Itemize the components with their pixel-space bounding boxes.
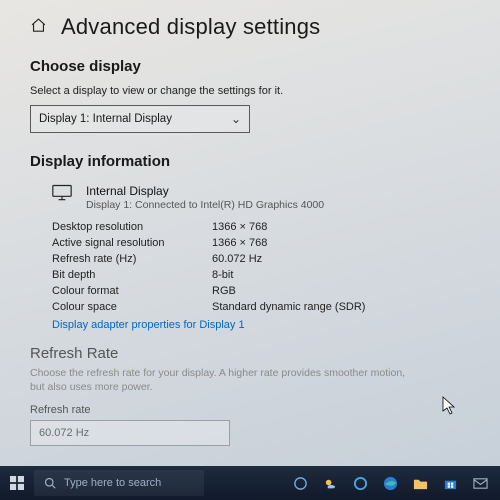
refresh-rate-section: Refresh Rate Choose the refresh rate for… <box>30 345 470 446</box>
tray-edge-icon[interactable] <box>382 475 398 491</box>
tray-cortana-icon[interactable] <box>352 475 368 491</box>
prop-val: RGB <box>212 285 470 297</box>
chevron-down-icon: ⌄ <box>231 112 241 126</box>
device-name: Internal Display <box>86 184 324 198</box>
prop-key: Active signal resolution <box>52 237 212 249</box>
display-info-section: Display information Internal Display Dis… <box>30 153 470 331</box>
prop-val: 1366 × 768 <box>212 221 470 233</box>
tray-store-icon[interactable] <box>442 475 458 491</box>
display-info-heading: Display information <box>30 153 470 170</box>
prop-key: Colour space <box>52 301 212 313</box>
display-selector-dropdown[interactable]: Display 1: Internal Display ⌄ <box>30 105 250 133</box>
prop-val: 1366 × 768 <box>212 237 470 249</box>
system-tray <box>280 475 500 491</box>
refresh-rate-dropdown[interactable]: 60.072 Hz <box>30 420 230 446</box>
settings-page: Advanced display settings Choose display… <box>0 0 500 466</box>
tray-circle-icon[interactable] <box>292 475 308 491</box>
prop-val: 8-bit <box>212 269 470 281</box>
tray-mail-icon[interactable] <box>472 475 488 491</box>
prop-key: Colour format <box>52 285 212 297</box>
tray-weather-icon[interactable] <box>322 475 338 491</box>
choose-display-hint: Select a display to view or change the s… <box>30 85 470 97</box>
page-header: Advanced display settings <box>30 14 470 40</box>
prop-key: Refresh rate (Hz) <box>52 253 212 265</box>
device-subtitle: Display 1: Connected to Intel(R) HD Grap… <box>86 199 324 211</box>
adapter-properties-link[interactable]: Display adapter properties for Display 1 <box>52 319 245 331</box>
taskbar-search-placeholder: Type here to search <box>64 477 161 489</box>
taskbar: Type here to search <box>0 466 500 500</box>
prop-key: Desktop resolution <box>52 221 212 233</box>
monitor-icon <box>52 184 72 205</box>
refresh-rate-description: Choose the refresh rate for your display… <box>30 366 410 394</box>
search-icon <box>44 477 56 489</box>
home-icon[interactable] <box>30 17 47 37</box>
refresh-rate-value: 60.072 Hz <box>39 427 89 439</box>
choose-display-heading: Choose display <box>30 58 470 75</box>
display-selector-value: Display 1: Internal Display <box>39 113 172 125</box>
start-button[interactable] <box>0 476 34 490</box>
prop-key: Bit depth <box>52 269 212 281</box>
display-properties-table: Desktop resolution1366 × 768 Active sign… <box>52 221 470 313</box>
prop-val: Standard dynamic range (SDR) <box>212 301 470 313</box>
prop-val: 60.072 Hz <box>212 253 470 265</box>
refresh-rate-label: Refresh rate <box>30 404 470 416</box>
device-summary: Internal Display Display 1: Connected to… <box>52 184 470 211</box>
taskbar-search[interactable]: Type here to search <box>34 470 204 496</box>
page-title: Advanced display settings <box>61 14 320 40</box>
tray-explorer-icon[interactable] <box>412 475 428 491</box>
refresh-rate-heading: Refresh Rate <box>30 345 470 362</box>
